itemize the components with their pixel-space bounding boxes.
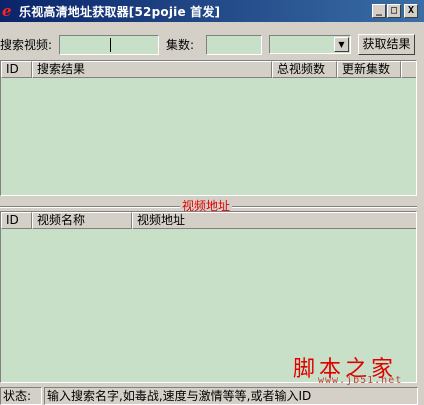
close-button[interactable]: X bbox=[404, 4, 418, 18]
watermark-url: www.jb51.net bbox=[318, 375, 403, 386]
minimize-button[interactable]: _ bbox=[372, 4, 386, 18]
fetch-results-button[interactable]: 获取结果 bbox=[358, 34, 415, 55]
search-results-list[interactable]: ID 搜索结果 总视频数 更新集数 bbox=[0, 60, 417, 196]
maximize-button[interactable]: □ bbox=[387, 4, 401, 18]
text-caret bbox=[110, 38, 111, 52]
column-header-id[interactable]: ID bbox=[1, 61, 32, 78]
episodes-input[interactable] bbox=[206, 35, 262, 55]
episode-dropdown[interactable]: ▼ bbox=[269, 35, 351, 54]
app-icon: e bbox=[2, 2, 12, 20]
chevron-down-icon[interactable]: ▼ bbox=[334, 37, 349, 52]
column-header-filler bbox=[401, 61, 416, 78]
status-message: 输入搜索名字,如毒战,速度与激情等等,或者输入ID bbox=[44, 387, 418, 405]
column-header-id[interactable]: ID bbox=[1, 212, 32, 229]
search-label: 搜索视频: bbox=[0, 38, 53, 52]
title-bar[interactable]: e 乐视高清地址获取器[52pojie 首发] bbox=[0, 0, 424, 22]
column-header-updated-episodes[interactable]: 更新集数 bbox=[337, 61, 401, 78]
search-input[interactable] bbox=[59, 35, 159, 55]
column-header-total-videos[interactable]: 总视频数 bbox=[272, 61, 337, 78]
window-title: 乐视高清地址获取器[52pojie 首发] bbox=[19, 4, 221, 19]
status-label: 状态: bbox=[0, 387, 42, 405]
column-header-video-address[interactable]: 视频地址 bbox=[132, 212, 416, 229]
column-header-search-result[interactable]: 搜索结果 bbox=[32, 61, 272, 78]
column-header-video-name[interactable]: 视频名称 bbox=[32, 212, 132, 229]
search-results-header: ID 搜索结果 总视频数 更新集数 bbox=[1, 61, 416, 78]
video-address-header: ID 视频名称 视频地址 bbox=[1, 212, 416, 229]
episodes-label: 集数: bbox=[166, 38, 195, 52]
